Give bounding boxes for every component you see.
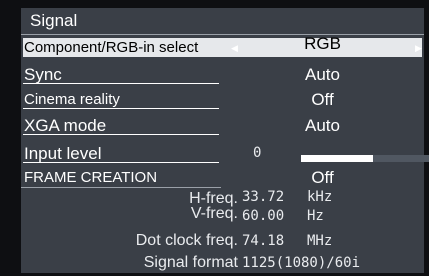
menu-item-sync[interactable]: Sync Auto [23,65,422,84]
h-freq-value: 33.72 [242,189,285,205]
panel-title: Signal [30,11,78,30]
signal-panel: Signal Component/RGB-in select ◀ RGB ▶ S… [21,8,429,273]
menu-item-label: Cinema reality [24,91,120,108]
menu-item-label: FRAME CREATION [24,169,158,186]
menu-item-value: Off [311,90,334,109]
menu-item-underline [23,83,219,84]
v-freq-unit: Hz [307,208,324,224]
menu-item-value: RGB [304,34,341,53]
menu-item-label: XGA mode [24,116,107,135]
signal-osd: Signal Component/RGB-in select ◀ RGB ▶ S… [0,0,429,276]
menu-item-label: Sync [24,65,62,84]
dot-clock-unit: MHz [307,233,333,249]
signal-format-label: Signal format [143,254,238,271]
menu-item-underline [23,134,219,135]
info-divider [21,187,221,188]
v-freq-label: V-freq. [190,205,238,222]
v-freq-value: 60.00 [242,208,285,224]
menu-item-value: Auto [305,116,340,135]
menu-item-label: Input level [24,144,102,163]
menu-item-underline [23,108,219,109]
menu-item-underline [23,162,219,163]
triangle-right-icon[interactable]: ▶ [415,39,422,58]
menu-item-component-rgb-in-select[interactable]: Component/RGB-in select ◀ RGB ▶ [23,34,422,58]
h-freq-unit: kHz [307,189,333,205]
menu-item-value: Auto [305,65,340,84]
signal-format-value: 1125(1080)/60i [242,255,361,271]
menu-item-frame-creation[interactable]: FRAME CREATION Off [23,168,422,187]
menu-item-value: Off [311,168,334,187]
input-level-slider[interactable] [301,155,429,162]
menu-item-label: Component/RGB-in select [24,39,199,56]
dot-clock-value: 74.18 [242,233,285,249]
menu-item-cinema-reality[interactable]: Cinema reality Off [23,90,422,109]
dot-clock-label: Dot clock freq. [135,232,238,249]
menu-item-xga-mode[interactable]: XGA mode Auto [23,116,422,135]
input-level-value: 0 [253,145,262,161]
input-level-fill [301,155,373,162]
